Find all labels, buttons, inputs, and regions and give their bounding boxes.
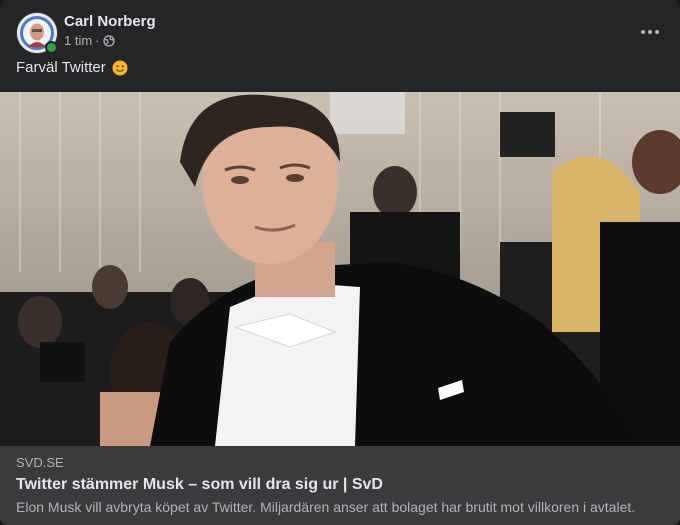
- post-header: Carl Norberg 1 tim ·: [16, 12, 664, 56]
- post-text-content: Farväl Twitter: [16, 59, 106, 76]
- link-title[interactable]: Twitter stämmer Musk – som vill dra sig …: [16, 475, 383, 495]
- link-description: Elon Musk vill avbryta köpet av Twitter.…: [16, 499, 636, 515]
- link-preview-image[interactable]: [0, 92, 680, 446]
- link-domain: SVD.SE: [16, 455, 64, 470]
- online-status-dot: [45, 41, 58, 54]
- post-card: Carl Norberg 1 tim · Farväl Twitter SVD.…: [0, 0, 680, 525]
- globe-icon: [102, 35, 115, 47]
- more-icon: [641, 30, 659, 34]
- wink-emoji-icon: [112, 60, 128, 76]
- author-name[interactable]: Carl Norberg: [64, 12, 156, 31]
- post-meta: 1 tim ·: [64, 33, 115, 49]
- post-text: Farväl Twitter: [16, 58, 128, 78]
- more-options-button[interactable]: [636, 18, 664, 46]
- meta-separator: ·: [95, 33, 100, 48]
- post-time[interactable]: 1 tim: [64, 33, 92, 49]
- link-preview-bar[interactable]: SVD.SE Twitter stämmer Musk – som vill d…: [0, 446, 680, 525]
